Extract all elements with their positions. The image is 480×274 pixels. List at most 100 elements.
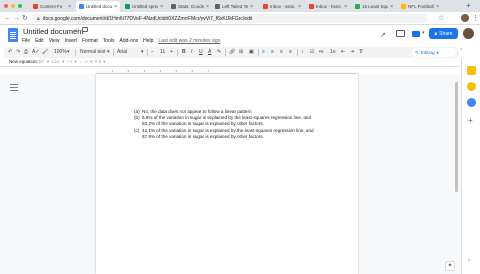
- bulleted-list-icon[interactable]: •≡: [319, 47, 324, 58]
- hide-menus-chevron-icon[interactable]: ⌃: [459, 48, 463, 54]
- browser-tab[interactable]: Inbox - hsmi... ×: [306, 1, 350, 12]
- italic-button[interactable]: I: [191, 47, 192, 58]
- tab-close-icon[interactable]: ×: [114, 4, 117, 10]
- underline-button[interactable]: U: [199, 47, 203, 58]
- tasks-icon[interactable]: [467, 98, 476, 107]
- paragraph-style-select[interactable]: Normal text: [80, 47, 106, 58]
- browser-tab[interactable]: Left Tailed Te ×: [212, 1, 256, 12]
- tab-favicon-icon: [355, 4, 360, 9]
- comment-history-icon[interactable]: [396, 30, 405, 37]
- align-right-icon[interactable]: ≡: [280, 47, 283, 58]
- menu-insert[interactable]: Insert: [64, 38, 77, 44]
- menu-help[interactable]: Help: [143, 38, 153, 44]
- reload-icon[interactable]: ↻: [22, 13, 28, 24]
- document-outline-icon[interactable]: [10, 84, 18, 91]
- browser-menu-icon[interactable]: ⋮: [472, 13, 479, 24]
- zoom-select[interactable]: 100%: [54, 47, 67, 58]
- star-document-icon[interactable]: ☆: [74, 27, 79, 34]
- last-edit-link[interactable]: Last edit was 2 minutes ago: [158, 38, 220, 44]
- minimize-window-button[interactable]: [11, 4, 15, 8]
- menu-edit[interactable]: Edit: [35, 38, 44, 44]
- redo-icon[interactable]: ↷: [16, 47, 20, 58]
- forward-icon[interactable]: →: [13, 13, 20, 24]
- new-tab-button[interactable]: +: [466, 1, 471, 11]
- browser-tab[interactable]: Inbox - ssmi... ×: [260, 1, 304, 12]
- text-color-button[interactable]: A: [208, 47, 211, 58]
- editing-mode-select[interactable]: ✎ Editing ▾: [412, 48, 456, 57]
- keep-icon[interactable]: [467, 82, 476, 91]
- tab-close-icon[interactable]: ×: [344, 4, 347, 10]
- activity-dashboard-icon[interactable]: ↗: [380, 31, 386, 39]
- vertical-scrollbar[interactable]: [455, 82, 458, 192]
- document-page[interactable]: (a) No, the data does not appear to foll…: [96, 74, 358, 274]
- bold-button[interactable]: B: [182, 47, 186, 58]
- toolbar-divider: [147, 49, 148, 56]
- clear-formatting-icon[interactable]: T̸: [359, 47, 362, 58]
- lock-icon: 🔒︎: [37, 15, 40, 22]
- menu-tools[interactable]: Tools: [103, 38, 115, 44]
- tab-close-icon[interactable]: ×: [160, 4, 163, 10]
- tab-close-icon[interactable]: ×: [206, 4, 209, 10]
- collapse-panel-icon[interactable]: ›: [468, 258, 470, 264]
- move-folder-icon[interactable]: [82, 27, 88, 32]
- menu-file[interactable]: File: [22, 38, 30, 44]
- calendar-icon[interactable]: [467, 66, 476, 75]
- tab-close-icon[interactable]: ×: [298, 4, 301, 10]
- tab-title: Stats: Goodnes: [178, 4, 205, 9]
- chevron-down-icon: ▾: [107, 49, 110, 55]
- meet-video-icon[interactable]: [412, 31, 420, 37]
- align-left-icon[interactable]: ≡: [262, 47, 265, 58]
- tab-title: Content Fo: [40, 4, 63, 9]
- browser-tab[interactable]: 16 Least Squa×: [352, 1, 396, 12]
- back-icon[interactable]: ←: [4, 13, 11, 24]
- spellcheck-icon[interactable]: A✓: [32, 47, 40, 58]
- url-bar[interactable]: 🔒︎ docs.google.com/document/d/1Hm6i77DVo…: [32, 14, 428, 23]
- browser-profile-avatar[interactable]: [461, 14, 469, 22]
- tab-close-icon[interactable]: ×: [390, 4, 393, 10]
- close-window-button[interactable]: [4, 4, 8, 8]
- print-icon[interactable]: ⎙: [24, 47, 28, 58]
- paint-format-icon[interactable]: 🖌︎: [42, 47, 48, 58]
- numbered-list-icon[interactable]: 1≡: [330, 47, 336, 58]
- new-equation-button[interactable]: New equation: [9, 59, 37, 64]
- share-button[interactable]: 🔒︎ Share: [429, 28, 458, 39]
- insert-link-icon[interactable]: 🔗︎: [229, 47, 235, 58]
- chevron-down-icon[interactable]: ▾: [422, 30, 425, 36]
- tab-title: 16 Least Squa: [362, 4, 389, 9]
- menu-format[interactable]: Format: [82, 38, 98, 44]
- tab-close-icon[interactable]: ×: [436, 4, 439, 10]
- font-size-field[interactable]: 11: [160, 47, 165, 58]
- explore-icon[interactable]: ✦: [445, 261, 455, 271]
- browser-tab[interactable]: Content Fo ×: [30, 1, 74, 12]
- browser-tab[interactable]: Untitled docum×: [76, 1, 120, 12]
- toolbar-divider: [258, 49, 259, 56]
- tab-close-icon[interactable]: ×: [68, 4, 71, 10]
- browser-tab[interactable]: Untitled spread×: [122, 1, 166, 12]
- tab-favicon-icon: [309, 4, 314, 9]
- add-comment-icon[interactable]: ⊞: [239, 47, 243, 58]
- increase-indent-icon[interactable]: ⇥: [350, 47, 354, 58]
- decrease-indent-icon[interactable]: ⇤: [341, 47, 345, 58]
- font-select[interactable]: Arial: [117, 47, 127, 58]
- docs-header: Untitled document ☆ File Edit View Inser…: [0, 25, 480, 47]
- undo-icon[interactable]: ↶: [8, 47, 12, 58]
- docs-logo-icon[interactable]: [8, 28, 18, 42]
- menu-view[interactable]: View: [49, 38, 60, 44]
- align-center-icon[interactable]: ≡: [271, 47, 274, 58]
- browser-tab[interactable]: Stats: Goodnes×: [168, 1, 212, 12]
- decrease-font-size-icon[interactable]: −: [151, 47, 154, 58]
- tab-close-icon[interactable]: ×: [250, 4, 253, 10]
- increase-font-size-icon[interactable]: +: [170, 47, 173, 58]
- insert-image-icon[interactable]: ▣: [249, 47, 254, 58]
- account-avatar[interactable]: [463, 28, 474, 39]
- get-add-ons-plus-icon[interactable]: +: [468, 116, 473, 125]
- menu-add-ons[interactable]: Add-ons: [119, 38, 138, 44]
- maximize-window-button[interactable]: [18, 4, 22, 8]
- checklist-icon[interactable]: ☑: [310, 47, 314, 58]
- align-justify-icon[interactable]: ≡: [289, 47, 292, 58]
- line-spacing-icon[interactable]: ↕: [301, 47, 304, 58]
- equation-symbol-menus[interactable]: αβΓ ▾ ≤≥≠ ▾ ÷× ▾ ⇔⇒ ▾ ∀∃ ▾: [36, 59, 106, 65]
- bookmark-star-icon[interactable]: ☆: [438, 13, 444, 24]
- browser-tab[interactable]: NFL Football ×: [398, 1, 442, 12]
- highlight-icon[interactable]: ✎: [217, 47, 221, 58]
